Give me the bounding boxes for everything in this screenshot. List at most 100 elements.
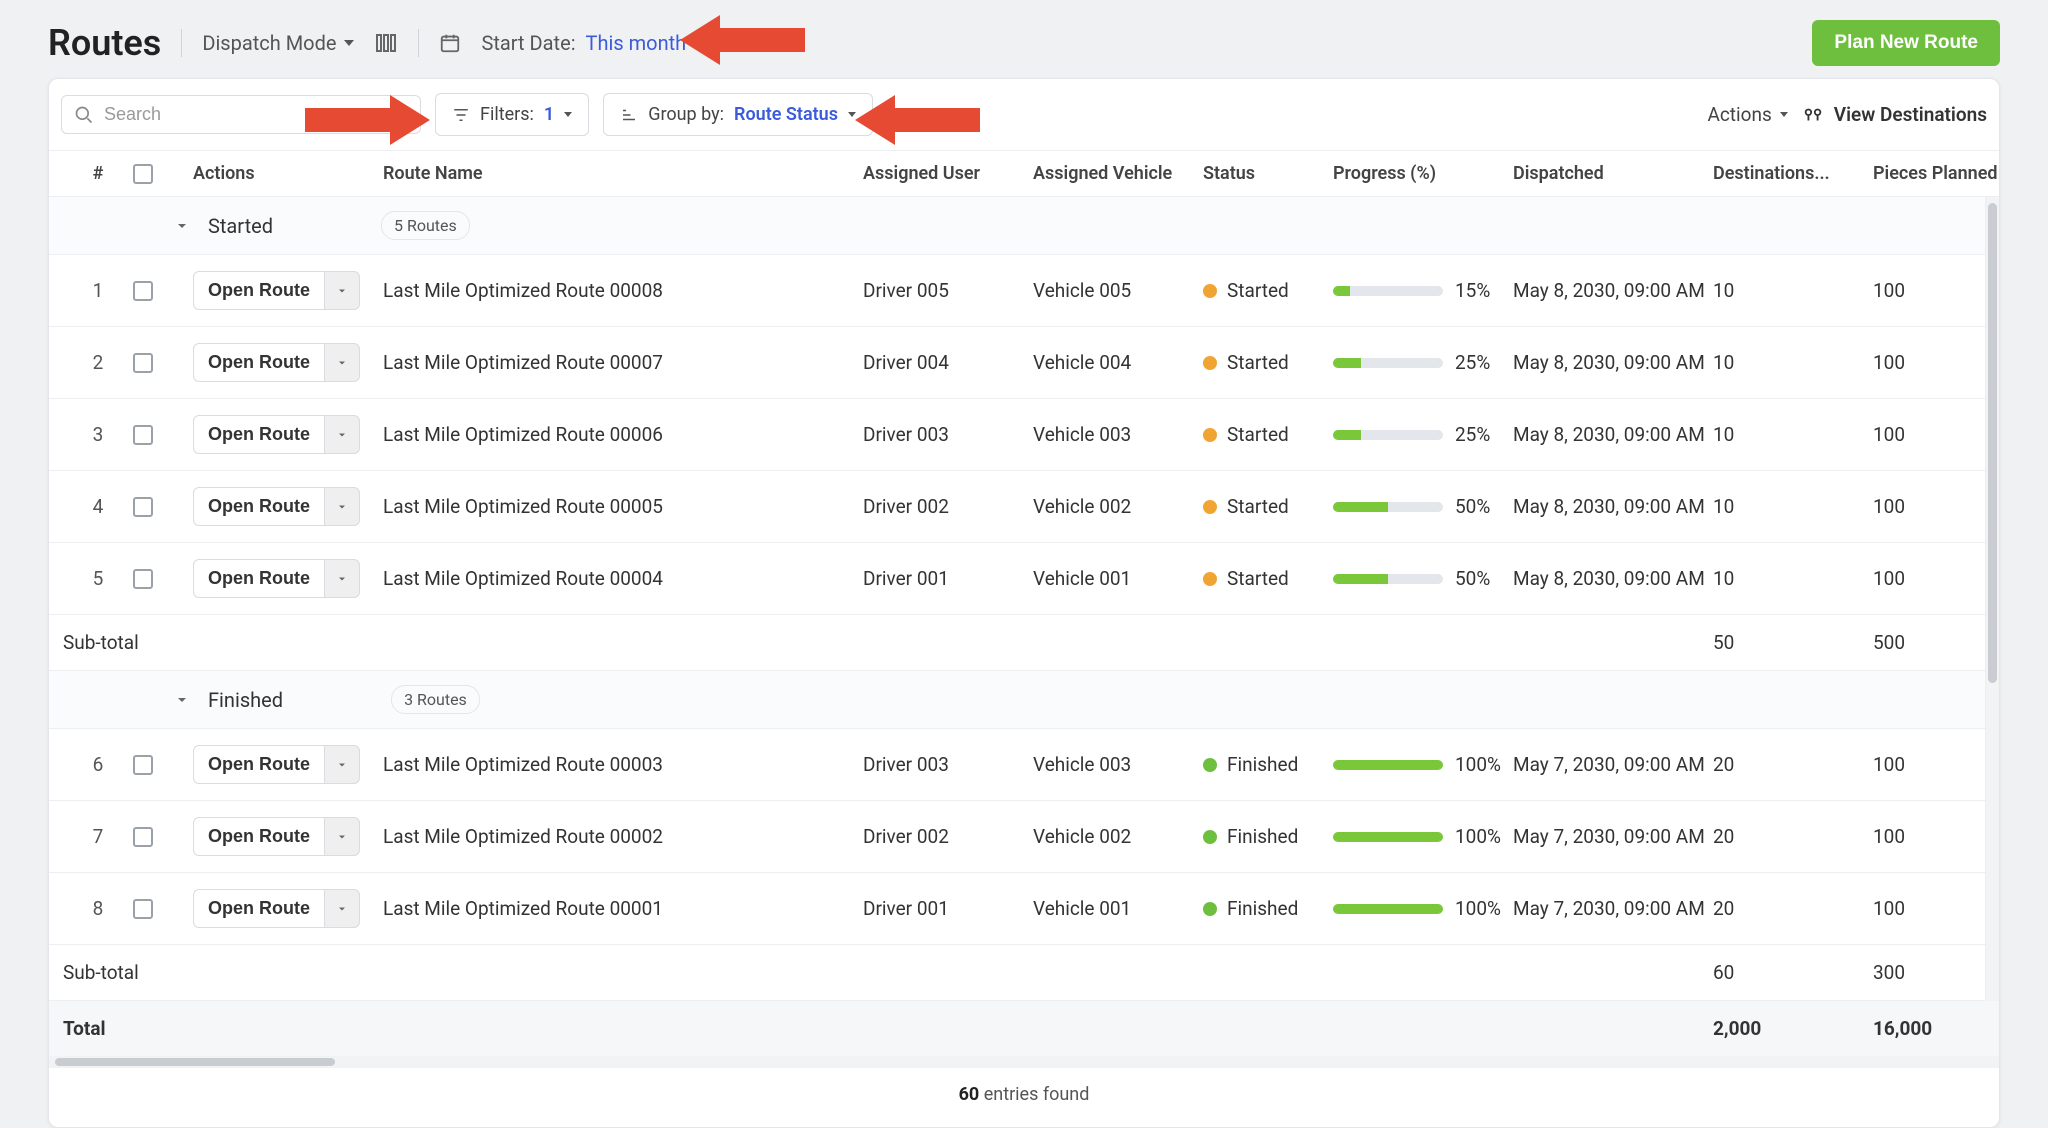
open-route-dropdown[interactable]: [324, 889, 360, 928]
row-checkbox[interactable]: [133, 281, 153, 301]
destinations: 10: [1713, 495, 1873, 518]
total-row: Total 2,000 16,000: [49, 1001, 1999, 1056]
open-route-dropdown[interactable]: [324, 745, 360, 784]
assigned-user: Driver 002: [863, 495, 1033, 518]
progress-cell: 100%: [1333, 897, 1513, 920]
open-route-dropdown[interactable]: [324, 817, 360, 856]
open-route-button[interactable]: Open Route: [193, 271, 324, 310]
groupby-chip[interactable]: Group by: Route Status: [603, 93, 873, 136]
progress-bar: [1333, 286, 1443, 296]
row-checkbox[interactable]: [133, 497, 153, 517]
col-actions: Actions: [193, 163, 383, 184]
start-date-label: Start Date:: [481, 31, 575, 55]
status-text: Started: [1227, 279, 1289, 302]
dispatched: May 8, 2030, 09:00 AM: [1513, 567, 1713, 590]
table-row: 3 Open Route Last Mile Optimized Route 0…: [49, 399, 1999, 471]
chevron-down-icon: [174, 692, 190, 708]
table-row: 6 Open Route Last Mile Optimized Route 0…: [49, 729, 1999, 801]
page-title: Routes: [48, 22, 161, 64]
row-checkbox[interactable]: [133, 827, 153, 847]
group-header[interactable]: Started 5 Routes: [49, 197, 1999, 255]
open-route-button[interactable]: Open Route: [193, 559, 324, 598]
status-dot-icon: [1203, 902, 1217, 916]
open-route-button-group: Open Route: [193, 559, 383, 598]
status-dot-icon: [1203, 428, 1217, 442]
dispatched: May 8, 2030, 09:00 AM: [1513, 279, 1713, 302]
plan-new-route-button[interactable]: Plan New Route: [1812, 20, 2000, 66]
col-route-name: Route Name: [383, 163, 863, 184]
horizontal-scroll-thumb[interactable]: [55, 1058, 335, 1066]
route-name: Last Mile Optimized Route 00004: [383, 567, 863, 590]
progress-text: 100%: [1455, 825, 1501, 848]
filters-chip[interactable]: Filters: 1: [435, 93, 589, 136]
open-route-button-group: Open Route: [193, 271, 383, 310]
route-name: Last Mile Optimized Route 00007: [383, 351, 863, 374]
group-header[interactable]: Finished 3 Routes: [49, 671, 1999, 729]
open-route-dropdown[interactable]: [324, 487, 360, 526]
status-dot-icon: [1203, 356, 1217, 370]
start-date-filter[interactable]: Start Date: This month: [481, 31, 700, 55]
status-dot-icon: [1203, 500, 1217, 514]
assigned-vehicle: Vehicle 003: [1033, 753, 1203, 776]
row-checkbox[interactable]: [133, 755, 153, 775]
subtotal-pieces: 300: [1873, 961, 2000, 984]
open-route-dropdown[interactable]: [324, 271, 360, 310]
status-dot-icon: [1203, 830, 1217, 844]
row-checkbox[interactable]: [133, 353, 153, 373]
view-destinations-button[interactable]: View Destinations: [1802, 103, 1987, 126]
open-route-button[interactable]: Open Route: [193, 889, 324, 928]
progress-text: 25%: [1455, 423, 1490, 446]
open-route-dropdown[interactable]: [324, 559, 360, 598]
destinations: 10: [1713, 423, 1873, 446]
status-dot-icon: [1203, 572, 1217, 586]
progress-bar: [1333, 904, 1443, 914]
row-index: 3: [63, 423, 133, 446]
status-text: Started: [1227, 351, 1289, 374]
row-checkbox[interactable]: [133, 899, 153, 919]
assigned-vehicle: Vehicle 002: [1033, 495, 1203, 518]
assigned-vehicle: Vehicle 001: [1033, 567, 1203, 590]
row-checkbox[interactable]: [133, 569, 153, 589]
open-route-button[interactable]: Open Route: [193, 343, 324, 382]
route-name: Last Mile Optimized Route 00002: [383, 825, 863, 848]
open-route-button[interactable]: Open Route: [193, 487, 324, 526]
open-route-dropdown[interactable]: [324, 343, 360, 382]
col-destinations: Destinations...: [1713, 163, 1873, 184]
assigned-user: Driver 001: [863, 897, 1033, 920]
subtotal-dest: 50: [1713, 631, 1873, 654]
search-input[interactable]: [104, 104, 408, 125]
search-box[interactable]: [61, 95, 421, 134]
row-index: 2: [63, 351, 133, 374]
open-route-button[interactable]: Open Route: [193, 745, 324, 784]
progress-cell: 15%: [1333, 279, 1513, 302]
open-route-button[interactable]: Open Route: [193, 415, 324, 454]
assigned-vehicle: Vehicle 001: [1033, 897, 1203, 920]
open-route-button[interactable]: Open Route: [193, 817, 324, 856]
progress-cell: 25%: [1333, 423, 1513, 446]
assigned-vehicle: Vehicle 003: [1033, 423, 1203, 446]
group-count: 3 Routes: [391, 685, 480, 714]
table-footer: 60 entries found: [49, 1068, 1999, 1127]
select-all-checkbox[interactable]: [133, 164, 153, 184]
status-text: Started: [1227, 423, 1289, 446]
progress-cell: 100%: [1333, 825, 1513, 848]
chevron-down-icon: [564, 112, 572, 117]
row-index: 5: [63, 567, 133, 590]
subtotal-dest: 60: [1713, 961, 1873, 984]
row-checkbox[interactable]: [133, 425, 153, 445]
dispatch-mode-dropdown[interactable]: Dispatch Mode: [202, 31, 354, 55]
progress-text: 15%: [1455, 279, 1490, 302]
pieces-planned: 100: [1873, 351, 2000, 374]
actions-dropdown[interactable]: Actions: [1707, 103, 1787, 126]
status-text: Finished: [1227, 897, 1298, 920]
col-pieces-planned: Pieces Planned: [1873, 163, 2000, 184]
open-route-dropdown[interactable]: [324, 415, 360, 454]
vertical-scroll-thumb[interactable]: [1988, 203, 1997, 683]
horizontal-scrollbar[interactable]: [49, 1056, 1999, 1068]
dispatched: May 7, 2030, 09:00 AM: [1513, 825, 1713, 848]
assigned-user: Driver 004: [863, 351, 1033, 374]
vertical-scrollbar[interactable]: [1985, 197, 1999, 1001]
group-count: 5 Routes: [381, 211, 470, 240]
group-icon: [620, 106, 638, 124]
columns-icon-button[interactable]: [374, 31, 398, 55]
